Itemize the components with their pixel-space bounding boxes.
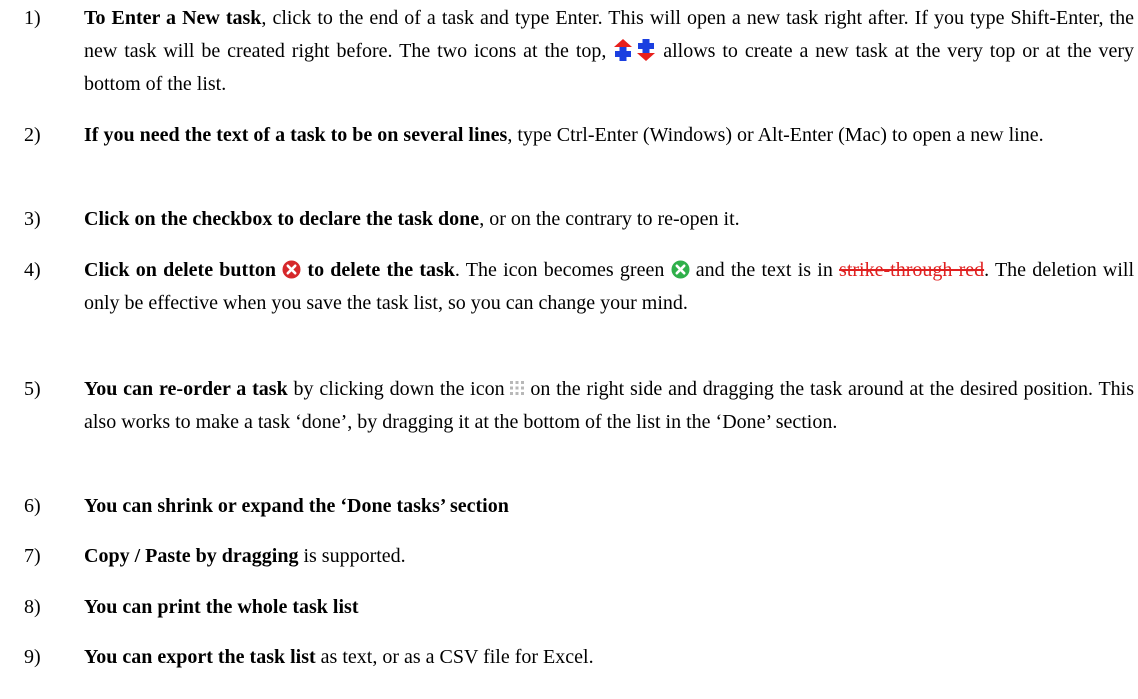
list-item-4: 4) Click on delete button to delete the … — [24, 254, 1134, 320]
add-task-bottom-icon — [636, 39, 656, 62]
item-number: 1) — [24, 7, 41, 29]
item-text: . The icon becomes green — [454, 259, 665, 281]
list-item-1: 1) To Enter a New task, click to the end… — [24, 2, 1134, 101]
list-item-3: 3) Click on the checkbox to declare the … — [24, 203, 1134, 236]
item-heading-cont: to delete the task — [307, 259, 455, 281]
list-item-8: 8) You can print the whole task list — [24, 591, 1134, 624]
list-item-7: 7) Copy / Paste by dragging is supported… — [24, 540, 1134, 573]
item-number: 7) — [24, 545, 41, 567]
item-heading: Click on the checkbox to declare the tas… — [84, 208, 480, 230]
delete-green-icon — [671, 260, 690, 279]
item-number: 9) — [24, 646, 41, 668]
item-number: 5) — [24, 378, 41, 400]
item-text: , type Ctrl-Enter (Windows) or Alt-Enter… — [507, 124, 1044, 146]
item-heading: You can export the task list — [84, 646, 316, 668]
item-heading: Copy / Paste by dragging — [84, 545, 299, 567]
item-heading: If you need the text of a task to be on … — [84, 124, 508, 146]
item-heading: Click on delete button — [84, 259, 276, 281]
item-text-cont: and the text is in — [695, 259, 833, 281]
item-text: as text, or as a CSV file for Excel. — [315, 646, 594, 668]
list-item-2: 2) If you need the text of a task to be … — [24, 119, 1134, 152]
item-number: 6) — [24, 495, 41, 517]
item-number: 2) — [24, 124, 41, 146]
item-heading: You can re-order a task — [84, 378, 288, 400]
add-task-top-icon — [613, 39, 633, 62]
list-item-6: 6) You can shrink or expand the ‘Done ta… — [24, 490, 1134, 523]
delete-red-icon — [282, 260, 301, 279]
drag-handle-icon — [510, 381, 525, 396]
list-item-9: 9) You can export the task list as text,… — [24, 641, 1134, 674]
item-number: 8) — [24, 596, 41, 618]
item-number: 3) — [24, 208, 41, 230]
item-heading: To Enter a New task — [84, 7, 262, 29]
item-text: is supported. — [298, 545, 406, 567]
item-text: , or on the contrary to re-open it. — [479, 208, 740, 230]
item-number: 4) — [24, 259, 41, 281]
item-heading: You can print the whole task list — [84, 596, 359, 618]
item-heading: You can shrink or expand the ‘Done tasks… — [84, 495, 509, 517]
item-text: by clicking down the icon — [293, 378, 505, 400]
list-item-5: 5) You can re-order a task by clicking d… — [24, 373, 1134, 439]
strike-through-example: strike-through red — [839, 259, 985, 281]
